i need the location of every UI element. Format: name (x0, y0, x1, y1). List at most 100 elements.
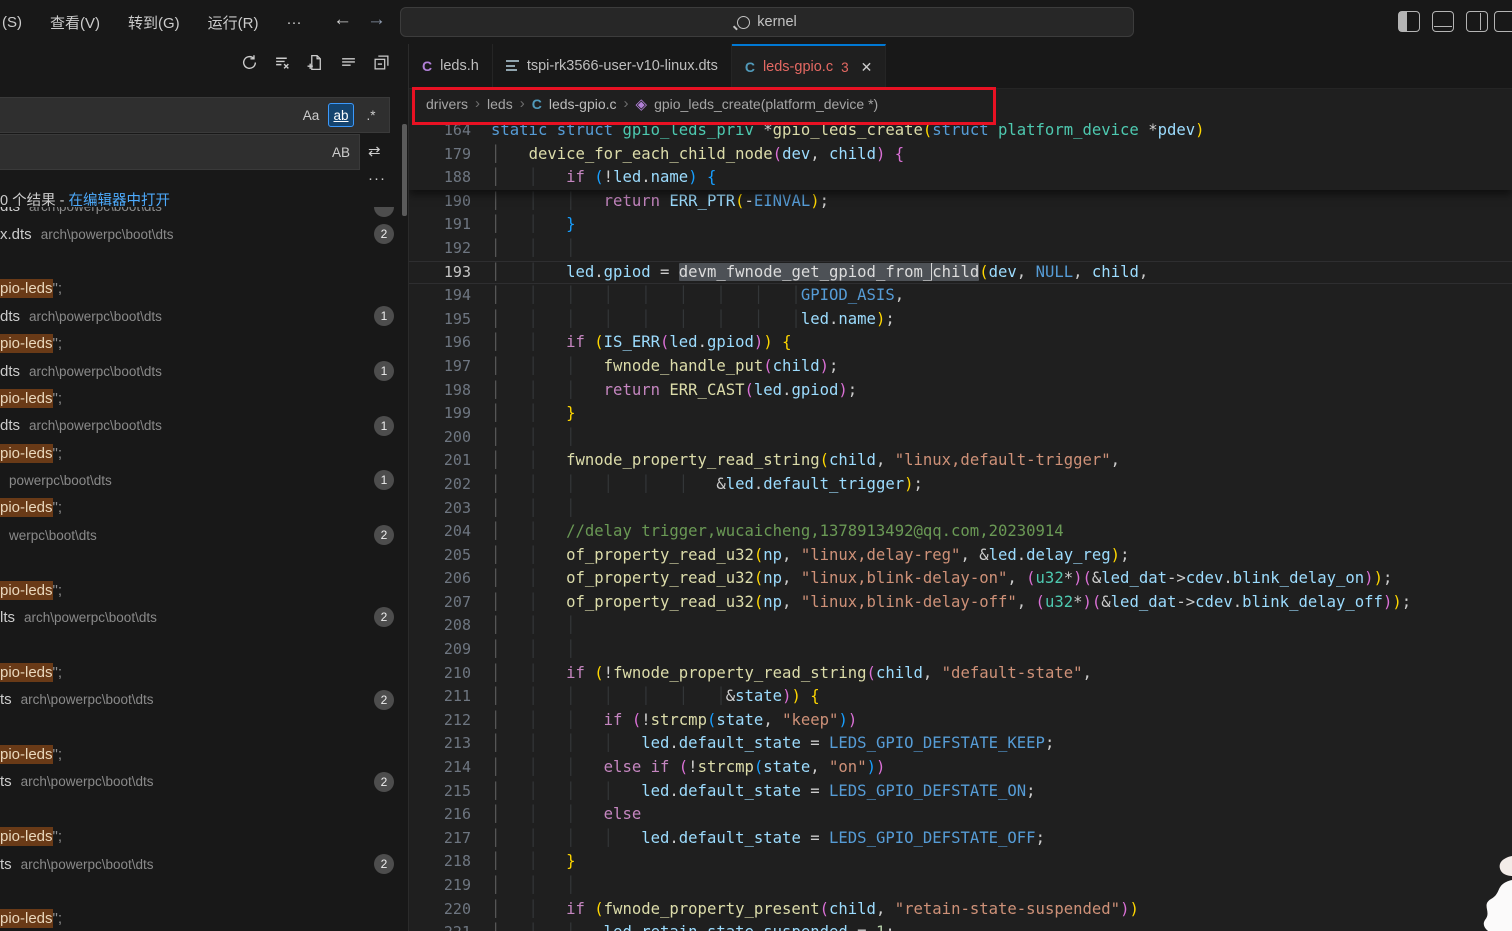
regex-toggle[interactable]: .* (359, 104, 383, 126)
tab-leds-gpio-c[interactable]: C leds-gpio.c 3 ✕ (732, 44, 887, 88)
result-file-row[interactable]: werpc\boot\dts2 (0, 522, 408, 549)
match-case-toggle[interactable]: Aa (299, 104, 323, 126)
preserve-case-toggle[interactable]: AB (329, 141, 353, 163)
result-match-row[interactable]: pio-leds"; (0, 494, 408, 521)
result-match-row-clipped[interactable] (0, 878, 408, 905)
code-line[interactable]: 195│ │ │ │ │ │ │ │ │led.name); (409, 308, 1512, 332)
code-line[interactable]: 217│ │ │ │ led.default_state = LEDS_GPIO… (409, 827, 1512, 851)
code-line[interactable]: 197│ │ │ fwnode_handle_put(child); (409, 355, 1512, 379)
result-match-row[interactable]: pio-leds"; (0, 576, 408, 603)
result-file-row[interactable]: powerpc\boot\dts1 (0, 467, 408, 494)
open-new-search-editor-icon[interactable] (307, 54, 324, 71)
search-input[interactable]: Aa ab .* (0, 97, 390, 133)
search-details-more-icon[interactable]: ··· (368, 170, 386, 187)
result-match-row[interactable]: pio-leds"; (0, 905, 408, 931)
toggle-panel-icon[interactable] (1432, 11, 1454, 32)
result-file-row[interactable]: tsarch\powerpc\boot\dts2 (0, 768, 408, 795)
code-line[interactable]: 204│ │ //delay trigger,wucaicheng,137891… (409, 520, 1512, 544)
code-line[interactable]: 209│ │ │ (409, 638, 1512, 662)
code-line[interactable]: 201│ │ fwnode_property_read_string(child… (409, 449, 1512, 473)
code-line[interactable]: 221│ │ │ led.retain_state_suspended = 1; (409, 921, 1512, 931)
replace-all-icon[interactable]: ⇄ (368, 142, 381, 160)
code-line[interactable]: 210│ │ if (!fwnode_property_read_string(… (409, 662, 1512, 686)
tab-tspi-dts[interactable]: tspi-rk3566-user-v10-linux.dts (493, 44, 732, 87)
toggle-sidebar-icon[interactable] (1398, 11, 1420, 32)
code-line[interactable]: 164static struct gpio_leds_priv *gpio_le… (409, 119, 1512, 143)
result-match-row-clipped[interactable] (0, 248, 408, 275)
code-line[interactable]: 179│ device_for_each_child_node(dev, chi… (409, 143, 1512, 167)
menu-item-view[interactable]: 查看(V) (50, 12, 100, 33)
code-line[interactable]: 191│ │ } (409, 213, 1512, 237)
code-line[interactable]: 208│ │ │ (409, 614, 1512, 638)
result-match-row[interactable]: pio-leds"; (0, 330, 408, 357)
result-match-row[interactable]: pio-leds"; (0, 659, 408, 686)
menu-item-partial[interactable]: (S) (2, 14, 22, 31)
result-match-row[interactable]: pio-leds"; (0, 275, 408, 302)
code-line[interactable]: 215│ │ │ │ led.default_state = LEDS_GPIO… (409, 780, 1512, 804)
code-line[interactable]: 207│ │ of_property_read_u32(np, "linux,b… (409, 591, 1512, 615)
breadcrumb-item-drivers[interactable]: drivers (426, 96, 468, 112)
clear-search-results-icon[interactable] (274, 54, 291, 71)
breadcrumb-item-leds[interactable]: leds (487, 96, 513, 112)
result-match-row-clipped[interactable] (0, 631, 408, 658)
code-line[interactable]: 213│ │ │ │ led.default_state = LEDS_GPIO… (409, 732, 1512, 756)
menu-item-go[interactable]: 转到(G) (128, 12, 180, 33)
result-file-row[interactable]: dtsarch\powerpc\boot\dts1 (0, 412, 408, 439)
code-line[interactable]: 200│ │ │ (409, 426, 1512, 450)
refresh-icon[interactable] (241, 54, 258, 71)
breadcrumb-item-symbol[interactable]: gpio_leds_create(platform_device *) (654, 96, 878, 112)
code-line[interactable]: 216│ │ │ else (409, 803, 1512, 827)
code-line[interactable]: 212│ │ │ if (!strcmp(state, "keep")) (409, 709, 1512, 733)
result-file-row[interactable]: dtsarch\powerpc\boot\dts1 (0, 303, 408, 330)
replace-input[interactable]: AB (0, 134, 360, 170)
customize-layout-icon[interactable] (1494, 11, 1512, 32)
result-match-row-clipped[interactable] (0, 713, 408, 740)
result-match-row-clipped[interactable] (0, 796, 408, 823)
code-token: child (829, 900, 876, 918)
result-match-row-clipped[interactable] (0, 549, 408, 576)
code-line[interactable]: 203│ │ │ (409, 497, 1512, 521)
result-match-row[interactable]: pio-leds"; (0, 440, 408, 467)
indent-guide: │ (491, 286, 500, 304)
sidebar-scrollbar[interactable] (402, 124, 407, 216)
toggle-secondary-sidebar-icon[interactable] (1466, 11, 1488, 32)
menu-item-more[interactable]: ··· (287, 14, 302, 31)
collapse-all-icon[interactable] (373, 54, 390, 71)
result-file-row[interactable]: x.dtsarch\powerpc\boot\dts2 (0, 220, 408, 247)
forward-arrow-icon[interactable]: → (367, 9, 386, 31)
code-line[interactable]: 202│ │ │ │ │ │ &led.default_trigger); (409, 473, 1512, 497)
code-line[interactable]: 198│ │ │ return ERR_CAST(led.gpiod); (409, 379, 1512, 403)
code-line[interactable]: 193│ │ led.gpiod = devm_fwnode_get_gpiod… (409, 261, 1512, 285)
code-line[interactable]: 194│ │ │ │ │ │ │ │ │GPIOD_ASIS, (409, 284, 1512, 308)
command-center-search[interactable]: kernel (400, 7, 1134, 37)
result-file-row[interactable]: ltsarch\powerpc\boot\dts2 (0, 604, 408, 631)
code-line[interactable]: 206│ │ of_property_read_u32(np, "linux,b… (409, 567, 1512, 591)
code-line[interactable]: 199│ │ } (409, 402, 1512, 426)
result-file-row[interactable]: tsarch\powerpc\boot\dts2 (0, 686, 408, 713)
code-line[interactable]: 211│ │ │ │ │ │ │&state)) { (409, 685, 1512, 709)
code-line[interactable]: 192│ │ │ (409, 237, 1512, 261)
whole-word-toggle[interactable]: ab (328, 103, 354, 127)
close-tab-icon[interactable]: ✕ (861, 59, 873, 76)
expand-all-icon[interactable] (340, 54, 357, 71)
result-file-row[interactable]: dtsarch\powerpc\boot\dts1 (0, 357, 408, 384)
code-editor[interactable]: 164static struct gpio_leds_priv *gpio_le… (409, 119, 1512, 931)
code-line[interactable]: 205│ │ of_property_read_u32(np, "linux,d… (409, 544, 1512, 568)
code-line[interactable]: 219│ │ │ (409, 874, 1512, 898)
tab-leds-h[interactable]: C leds.h (409, 44, 493, 87)
result-match-row[interactable]: pio-leds"; (0, 741, 408, 768)
result-file-row[interactable]: dtsarch\powerpc\boot\dts (0, 207, 408, 220)
menu-item-run[interactable]: 运行(R) (208, 12, 259, 33)
result-file-row[interactable]: tsarch\powerpc\boot\dts2 (0, 850, 408, 877)
back-arrow-icon[interactable]: ← (333, 9, 352, 31)
breadcrumb-item-file[interactable]: leds-gpio.c (549, 96, 617, 112)
code-line[interactable]: 190│ │ │ return ERR_PTR(-EINVAL); (409, 190, 1512, 214)
code-line[interactable]: 220│ │ if (fwnode_property_present(child… (409, 898, 1512, 922)
code-line[interactable]: 196│ │ if (IS_ERR(led.gpiod)) { (409, 331, 1512, 355)
code-line[interactable]: 214│ │ │ else if (!strcmp(state, "on")) (409, 756, 1512, 780)
code-line[interactable]: 188│ │ if (!led.name) { (409, 166, 1512, 190)
result-match-row[interactable]: pio-leds"; (0, 385, 408, 412)
code-line[interactable]: 218│ │ } (409, 850, 1512, 874)
code-token: , (1139, 263, 1148, 281)
result-match-row[interactable]: pio-leds"; (0, 823, 408, 850)
